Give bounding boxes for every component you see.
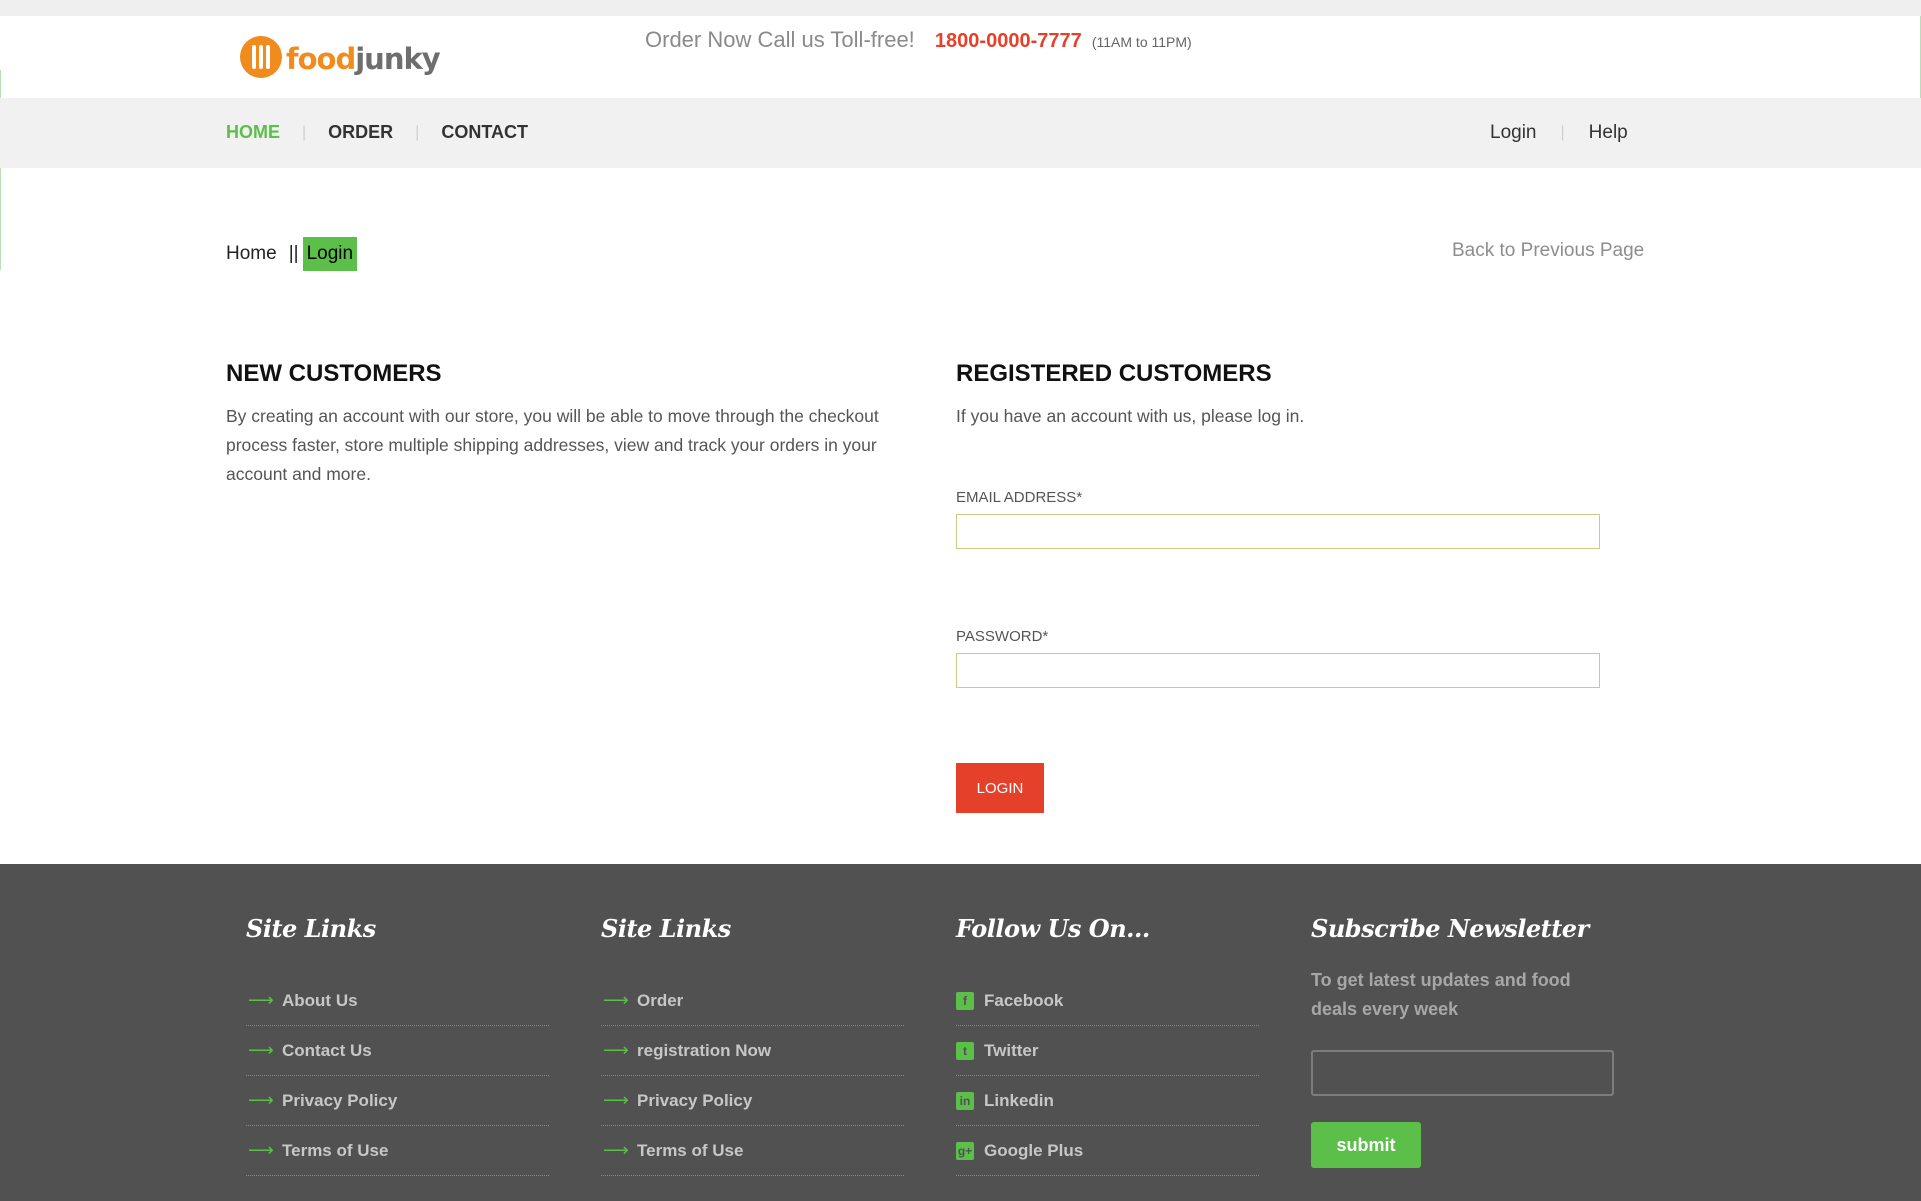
twitter-icon: t	[956, 1041, 974, 1060]
footer-link-item: ⟶ Terms of Use	[601, 1126, 904, 1176]
footer-heading: Site Links	[601, 914, 731, 943]
breadcrumb-home[interactable]: Home	[226, 243, 277, 265]
nav-divider: |	[415, 123, 420, 141]
linkedin-icon: in	[956, 1091, 974, 1110]
account-nav: Login | Help	[1490, 122, 1628, 144]
arrow-right-icon: ⟶	[603, 1040, 629, 1060]
footer-link-order[interactable]: Order	[637, 991, 683, 1011]
footer-link-item: ⟶ Contact Us	[246, 1026, 549, 1076]
main-nav-bar: HOME | ORDER | CONTACT Login | Help	[0, 98, 1921, 168]
nav-order[interactable]: ORDER	[328, 122, 393, 143]
footer-link-item: ⟶ registration Now	[601, 1026, 904, 1076]
password-label: PASSWORD*	[956, 628, 1049, 645]
footer-link-item: ⟶ Privacy Policy	[601, 1076, 904, 1126]
footer-link-terms-of-use[interactable]: Terms of Use	[282, 1141, 388, 1161]
google-plus-icon: g+	[956, 1141, 974, 1160]
footer-link-privacy-policy[interactable]: Privacy Policy	[282, 1091, 397, 1111]
nav-home[interactable]: HOME	[226, 122, 280, 143]
nav-contact[interactable]: CONTACT	[441, 122, 528, 143]
call-us-banner: Order Now Call us Toll-free! 1800-0000-7…	[645, 27, 1192, 53]
footer-heading: Follow Us On...	[956, 914, 1150, 943]
footer-follow-us: Follow Us On... f Facebook t Twitter in Lin…	[956, 914, 1259, 1176]
call-us-text: Order Now Call us Toll-free!	[645, 27, 915, 52]
logo-fork-icon	[240, 36, 282, 78]
arrow-right-icon: ⟶	[603, 1140, 629, 1160]
opening-hours: (11AM to 11PM)	[1091, 34, 1192, 50]
breadcrumb-separator: ||	[288, 243, 299, 264]
footer-link-item: ⟶ About Us	[246, 976, 549, 1026]
breadcrumb-current: Login	[302, 237, 358, 271]
footer-link-google-plus[interactable]: Google Plus	[984, 1141, 1083, 1161]
logo-wordmark: foodjunky	[286, 42, 441, 76]
footer-social-item: in Linkedin	[956, 1076, 1259, 1126]
nav-divider: |	[302, 123, 307, 141]
footer-link-facebook[interactable]: Facebook	[984, 991, 1063, 1011]
top-strip	[0, 0, 1921, 16]
footer-social-item: t Twitter	[956, 1026, 1259, 1076]
new-customers-text: By creating an account with our store, y…	[226, 406, 879, 484]
nav-login-link[interactable]: Login	[1490, 122, 1537, 144]
footer-link-terms-of-use[interactable]: Terms of Use	[637, 1141, 743, 1161]
footer-heading: Subscribe Newsletter	[1311, 914, 1589, 943]
registered-customers-text: If you have an account with us, please l…	[956, 406, 1305, 426]
nav-help-link[interactable]: Help	[1589, 122, 1628, 144]
arrow-right-icon: ⟶	[603, 990, 629, 1010]
email-label: EMAIL ADDRESS*	[956, 489, 1083, 506]
footer: Site Links ⟶ About Us ⟶ Contact Us ⟶ Privac…	[0, 864, 1921, 1201]
registered-customers-title: REGISTERED CUSTOMERS	[956, 360, 1272, 387]
password-field[interactable]	[956, 653, 1600, 688]
footer-link-item: ⟶ Privacy Policy	[246, 1076, 549, 1126]
newsletter-submit-button[interactable]: submit	[1311, 1122, 1421, 1168]
footer-link-contact-us[interactable]: Contact Us	[282, 1041, 372, 1061]
footer-site-links-2: Site Links ⟶ Order ⟶ registration Now ⟶ Pri…	[601, 914, 904, 1176]
arrow-right-icon: ⟶	[248, 990, 274, 1010]
newsletter-email-input[interactable]	[1311, 1050, 1614, 1096]
arrow-right-icon: ⟶	[248, 1040, 274, 1060]
footer-link-registration[interactable]: registration Now	[637, 1041, 771, 1061]
footer-site-links-1: Site Links ⟶ About Us ⟶ Contact Us ⟶ Privac…	[246, 914, 549, 1176]
main-nav: HOME | ORDER | CONTACT	[226, 122, 528, 143]
newsletter-text: To get latest updates and food deals eve…	[1311, 970, 1571, 1019]
arrow-right-icon: ⟶	[248, 1140, 274, 1160]
footer-social-item: g+ Google Plus	[956, 1126, 1259, 1176]
email-field[interactable]	[956, 514, 1600, 549]
nav-divider: |	[1560, 124, 1565, 141]
back-to-previous-link[interactable]: Back to Previous Page	[1452, 240, 1644, 262]
arrow-right-icon: ⟶	[248, 1090, 274, 1110]
facebook-icon: f	[956, 991, 974, 1010]
footer-heading: Site Links	[246, 914, 376, 943]
login-button[interactable]: LOGIN	[956, 763, 1044, 813]
footer-link-item: ⟶ Terms of Use	[246, 1126, 549, 1176]
new-customers-title: NEW CUSTOMERS	[226, 360, 442, 387]
footer-link-twitter[interactable]: Twitter	[984, 1041, 1038, 1061]
arrow-right-icon: ⟶	[603, 1090, 629, 1110]
breadcrumb: Home || Login	[226, 237, 358, 271]
phone-number: 1800-0000-7777	[934, 30, 1082, 52]
footer-link-privacy-policy[interactable]: Privacy Policy	[637, 1091, 752, 1111]
foodjunky-logo[interactable]: foodjunky	[240, 36, 441, 80]
footer-link-about-us[interactable]: About Us	[282, 991, 358, 1011]
footer-social-item: f Facebook	[956, 976, 1259, 1026]
footer-newsletter: Subscribe Newsletter To get latest updat…	[1311, 914, 1614, 1168]
footer-link-item: ⟶ Order	[601, 976, 904, 1026]
footer-link-linkedin[interactable]: Linkedin	[984, 1091, 1054, 1111]
